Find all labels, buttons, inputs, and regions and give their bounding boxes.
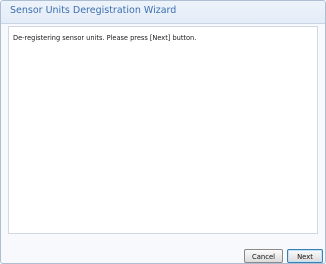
instruction-text: De-registering sensor units. Please pres…	[13, 34, 197, 42]
cancel-button[interactable]: Cancel	[244, 249, 283, 263]
wizard-window: Sensor Units Deregistration Wizard De-re…	[0, 0, 326, 264]
title-bar: Sensor Units Deregistration Wizard	[1, 1, 325, 24]
window-title: Sensor Units Deregistration Wizard	[10, 5, 177, 16]
content-panel	[8, 26, 318, 234]
next-button[interactable]: Next	[287, 249, 323, 263]
